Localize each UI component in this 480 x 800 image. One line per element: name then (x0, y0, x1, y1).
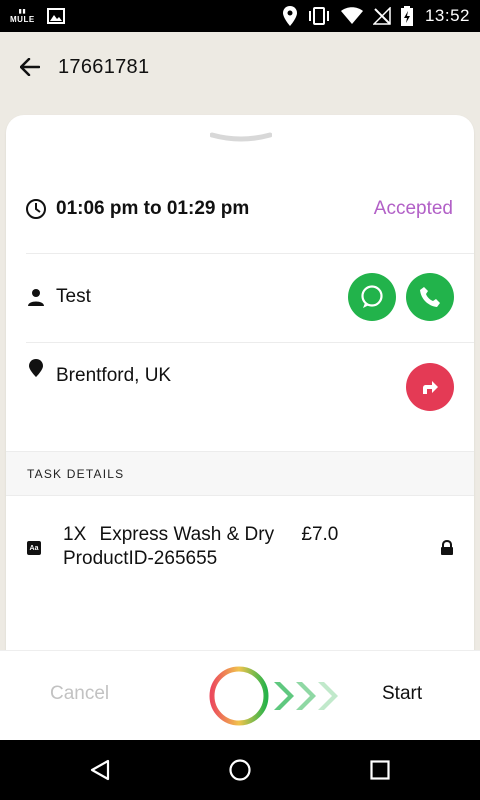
task-price: £7.0 (301, 524, 339, 545)
task-name: Express Wash & Dry (99, 524, 275, 545)
task-quantity: 1X (63, 524, 87, 545)
divider (26, 342, 474, 343)
task-line: 1X Express Wash & Dry £7.0 (63, 524, 338, 546)
font-icon: Aa (27, 541, 41, 555)
app-bar: 17661781 (0, 32, 480, 102)
no-signal-icon (372, 7, 391, 25)
status-badge: Accepted (373, 198, 453, 219)
call-button[interactable] (406, 273, 454, 321)
person-icon (25, 286, 47, 308)
chat-icon (361, 285, 383, 308)
collapse-handle-icon[interactable] (210, 131, 272, 145)
clock-time: 13:52 (424, 6, 470, 25)
task-details-header: TASK DETAILS (6, 451, 474, 496)
directions-button[interactable] (406, 363, 454, 411)
back-arrow-icon[interactable] (18, 55, 42, 79)
booking-card: 01:06 pm to 01:29 pm Accepted Test Brent… (6, 115, 474, 675)
status-bar: ▮▮ MULE 13:52 (0, 0, 480, 32)
chat-button[interactable] (348, 273, 396, 321)
time-row: 01:06 pm to 01:29 pm Accepted (6, 181, 474, 237)
address: Brentford, UK (56, 365, 172, 386)
app-logo: ▮▮ MULE (10, 9, 35, 24)
action-bar: Cancel Start (0, 650, 480, 740)
time-range: 01:06 pm to 01:29 pm (56, 198, 250, 219)
recents-square-icon[interactable] (368, 758, 392, 782)
start-button[interactable]: Start (382, 683, 422, 705)
home-circle-icon[interactable] (228, 758, 252, 782)
order-id-title: 17661781 (58, 55, 150, 78)
battery-icon (400, 6, 413, 26)
cancel-button[interactable]: Cancel (50, 683, 109, 705)
contact-row: Test (6, 265, 474, 329)
swipe-start-slider[interactable] (208, 665, 270, 727)
task-item: Aa 1X Express Wash & Dry £7.0 ProductID-… (6, 520, 474, 580)
wifi-icon (340, 7, 363, 24)
customer-name: Test (56, 286, 91, 307)
back-triangle-icon[interactable] (88, 758, 112, 782)
address-row: Brentford, UK (6, 355, 474, 419)
task-product-id: ProductID-265655 (63, 548, 218, 569)
lock-icon (441, 540, 453, 555)
swipe-chevrons-icon (274, 682, 338, 710)
directions-icon (423, 381, 438, 394)
clock-icon (25, 198, 47, 220)
map-pin-icon (25, 357, 47, 379)
divider (26, 253, 474, 254)
phone-icon (420, 287, 440, 307)
location-icon (282, 6, 297, 26)
vibrate-icon (308, 7, 329, 25)
system-nav-bar (0, 740, 480, 800)
image-notification-icon (46, 8, 65, 24)
